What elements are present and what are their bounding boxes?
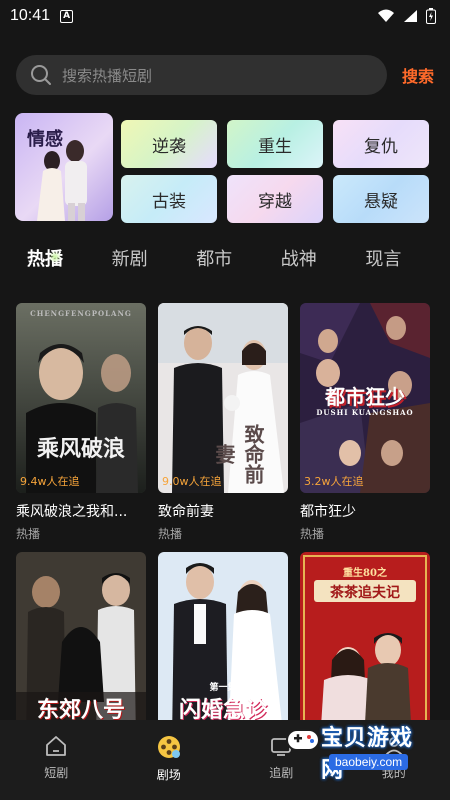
tab-zhanshen[interactable]: 战神 <box>281 245 366 279</box>
poster-title: 都市狂少 <box>325 385 405 409</box>
search-button[interactable]: 搜索 <box>402 63 434 87</box>
status-bar: 10:41 A <box>0 0 450 32</box>
drama-title: 都市狂少 <box>300 504 356 520</box>
drama-tag: 热播 <box>16 527 41 541</box>
poster-subtitle: DUSHI KUANGSHAO <box>316 408 414 417</box>
theater-icon <box>157 736 180 758</box>
nav-label: 剧场 <box>156 768 181 782</box>
notification-icon: A <box>60 9 74 23</box>
drama-card[interactable]: 都市狂少 DUSHI KUANGSHAO 3.2w人在追 都市狂少 热播 <box>300 303 430 542</box>
category-button-xuanyi[interactable]: 悬疑 <box>333 175 429 223</box>
nav-label: 短剧 <box>44 766 69 780</box>
category-button-guzhuang[interactable]: 古装 <box>121 175 217 223</box>
watermark: 宝贝游戏网 baobeiy.com <box>283 720 428 783</box>
search-placeholder: 搜索热播短剧 <box>62 66 153 85</box>
drama-poster: 都市狂少 DUSHI KUANGSHAO 3.2w人在追 <box>300 303 430 493</box>
gamepad-logo-icon <box>286 729 320 751</box>
drama-tag: 热播 <box>300 527 325 541</box>
drama-tag: 热播 <box>158 527 183 541</box>
category-button-fuchou[interactable]: 复仇 <box>333 120 429 168</box>
status-time: 10:41 <box>10 7 51 24</box>
view-count: 9.0w人在追 <box>162 475 222 488</box>
drama-poster: 致命前妻 9.0w人在追 <box>158 303 288 493</box>
view-count: 9.4w人在追 <box>20 475 80 488</box>
signal-icon <box>404 10 417 22</box>
nav-item-duanju[interactable]: 短剧 <box>11 734 101 781</box>
tab-xianyan[interactable]: 现言 <box>365 245 450 279</box>
poster-title: 乘风破浪 <box>36 436 125 462</box>
search-bar: 搜索热播短剧 搜索 <box>16 55 438 95</box>
drama-card[interactable]: 第一集 闪婚急诊 <box>158 552 288 742</box>
poster-title: 茶茶追夫记 <box>330 585 400 601</box>
category-button-nixi[interactable]: 逆袭 <box>121 120 217 168</box>
drama-card[interactable]: 重生80之 茶茶追夫记 <box>300 552 430 742</box>
watermark-title: 宝贝游戏网 <box>321 726 414 783</box>
drama-poster: 重生80之 茶茶追夫记 <box>300 552 430 742</box>
drama-title: 乘风破浪之我和... <box>16 504 128 520</box>
battery-icon <box>426 8 436 24</box>
home-icon <box>46 736 67 756</box>
watermark-url: baobeiy.com <box>329 754 409 770</box>
featured-category-label: 情感 <box>27 129 63 150</box>
tab-dushi[interactable]: 都市 <box>196 245 281 279</box>
category-button-chuanyue[interactable]: 穿越 <box>227 175 323 223</box>
poster-subtitle: 重生80之 <box>343 568 387 579</box>
nav-item-juchang[interactable]: 剧场 <box>124 734 214 783</box>
genre-tabs: 热播 新剧 都市 战神 现言 <box>27 245 450 279</box>
tab-rebo[interactable]: 热播 <box>27 245 112 279</box>
search-input[interactable]: 搜索热播短剧 <box>16 55 387 95</box>
drama-poster: 东郊八号 <box>16 552 146 742</box>
featured-category-card[interactable]: 情感 <box>15 113 113 221</box>
wifi-icon <box>378 9 394 22</box>
view-count: 3.2w人在追 <box>304 475 364 488</box>
drama-poster: CHENGFENGPOLANG 乘风破浪 9.4w人在追 <box>16 303 146 493</box>
drama-poster: 第一集 闪婚急诊 <box>158 552 288 742</box>
drama-title: 致命前妻 <box>158 504 214 520</box>
drama-card[interactable]: 东郊八号 <box>16 552 146 742</box>
search-icon <box>31 65 51 85</box>
poster-subtitle: CHENGFENGPOLANG <box>30 309 132 318</box>
drama-card[interactable]: 致命前妻 9.0w人在追 致命前妻 热播 <box>158 303 288 542</box>
category-panel: 情感 逆袭 重生 复仇 古装 穿越 悬疑 <box>15 113 435 223</box>
category-button-chongsheng[interactable]: 重生 <box>227 120 323 168</box>
drama-card[interactable]: CHENGFENGPOLANG 乘风破浪 9.4w人在追 乘风破浪之我和... … <box>16 303 146 542</box>
tab-xinju[interactable]: 新剧 <box>112 245 197 279</box>
